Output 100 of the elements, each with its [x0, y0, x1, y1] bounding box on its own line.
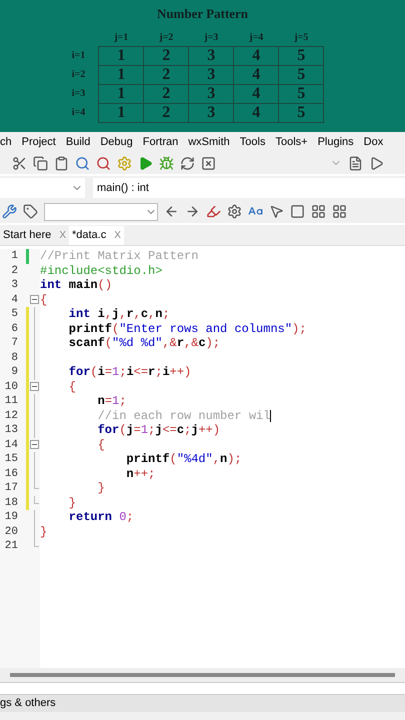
code-line: for(i=1;i<=r;i++) [68, 365, 192, 380]
code-line: for(j=1;j<=c;j++) [96, 423, 220, 438]
editor-tab[interactable]: *data.c X [68, 226, 124, 245]
tag-icon[interactable] [23, 204, 38, 219]
column-header: j=1 [114, 32, 128, 42]
grid-icon[interactable] [332, 204, 347, 219]
back-icon[interactable] [164, 204, 179, 219]
code-line: n=1; [96, 394, 126, 408]
line-number: 3 [10, 278, 18, 292]
line-number: 9 [10, 365, 18, 380]
code-line: #include<stdio.h> [40, 264, 162, 278]
slide-title: Number Pattern [156, 5, 248, 23]
line-number: 19 [4, 510, 18, 524]
menu-item[interactable]: Debug [100, 134, 133, 150]
column-header: j=3 [204, 32, 218, 42]
table-cell: 2 [144, 84, 189, 103]
table-cell: 3 [188, 46, 234, 65]
menu-item[interactable]: Tools+ [275, 134, 308, 150]
line-number: 5 [10, 307, 18, 322]
search-field[interactable] [44, 202, 158, 220]
menu-item[interactable]: wxSmith [188, 134, 230, 150]
line-number: 13 [4, 423, 18, 438]
fold-end [34, 539, 39, 547]
code-line: { [68, 380, 76, 394]
table-cell: 4 [234, 46, 279, 65]
bug-icon[interactable] [159, 156, 174, 170]
table-cell: 3 [188, 84, 234, 103]
menu-item[interactable]: Fortran [142, 134, 178, 150]
table-cell: 2 [144, 65, 189, 84]
table-cell: 5 [278, 103, 324, 122]
fold-icon[interactable] [30, 440, 39, 450]
column-header: j=5 [294, 32, 308, 42]
code-line: return 0; [68, 510, 134, 524]
function-dropdown[interactable]: main() : int [93, 178, 405, 198]
table-cell: 5 [278, 84, 324, 103]
code-line: { [40, 292, 48, 307]
code-line: } [40, 524, 48, 539]
gear-icon[interactable] [227, 204, 242, 219]
code-line: int main() [40, 278, 112, 292]
wrench-icon[interactable] [2, 204, 17, 219]
pointer-icon[interactable] [269, 204, 284, 219]
close-icon[interactable]: X [114, 228, 121, 243]
table-cell: 1 [98, 46, 144, 65]
document-icon[interactable] [348, 156, 363, 170]
row-label: i=4 [72, 107, 86, 118]
paste-icon[interactable] [54, 156, 69, 170]
rectangle-icon[interactable] [290, 204, 305, 219]
code-line: //in each row number wil [96, 408, 270, 423]
forward-icon[interactable] [185, 204, 200, 219]
copy-icon[interactable] [33, 156, 48, 170]
abort-icon[interactable] [201, 156, 216, 170]
panel-header: gs & others [0, 694, 405, 712]
line-number: 4 [10, 292, 18, 307]
menu-item[interactable]: ch [0, 134, 12, 150]
grid-icon[interactable] [311, 204, 326, 219]
table-cell: 1 [98, 103, 144, 122]
table-cell: 4 [234, 65, 279, 84]
line-number: 6 [10, 322, 18, 336]
table-cell: 1 [98, 65, 144, 84]
line-number: 18 [4, 496, 18, 510]
run-icon[interactable] [138, 156, 153, 170]
table-cell: 5 [278, 46, 324, 65]
line-number: 10 [4, 380, 18, 394]
line-number: 20 [4, 524, 18, 539]
fold-icon[interactable] [30, 382, 39, 392]
row-label: i=3 [72, 88, 86, 99]
line-number: 21 [4, 539, 18, 554]
line-number: 1 [10, 249, 18, 264]
column-header: j=2 [159, 32, 174, 42]
table-cell: 3 [188, 103, 234, 122]
menu-item[interactable]: Dox [364, 134, 384, 150]
menu-item[interactable]: Project [22, 134, 56, 150]
code-line: } [96, 481, 105, 496]
line-number: 16 [4, 466, 18, 481]
row-label: i=1 [72, 50, 86, 61]
table-cell: 1 [98, 84, 144, 103]
replace-icon[interactable] [96, 156, 111, 170]
cut-icon[interactable] [12, 156, 27, 170]
code-line: printf("Enter rows and columns"); [68, 322, 306, 336]
search-icon[interactable] [75, 156, 90, 170]
table-cell: 3 [188, 65, 234, 84]
rebuild-icon[interactable] [180, 156, 195, 170]
line-number: 12 [4, 408, 18, 423]
row-label: i=2 [72, 69, 86, 80]
line-number: 2 [10, 264, 18, 278]
menu-item[interactable]: Tools [240, 134, 266, 150]
table-cell: 4 [234, 84, 279, 103]
play-icon[interactable] [369, 156, 384, 170]
line-number: 7 [10, 336, 18, 350]
table-cell: 2 [144, 103, 189, 122]
code-line: //Print Matrix Pattern [40, 249, 198, 264]
table-cell: 2 [144, 46, 189, 65]
menu-item[interactable]: Build [66, 134, 90, 150]
code-line: } [68, 496, 76, 510]
highlight-icon[interactable] [206, 204, 221, 219]
fold-icon[interactable] [30, 295, 39, 304]
line-number: 17 [4, 481, 18, 496]
menu-item[interactable]: Plugins [318, 134, 354, 150]
table-cell: 5 [278, 65, 324, 84]
line-number: 15 [4, 452, 18, 466]
